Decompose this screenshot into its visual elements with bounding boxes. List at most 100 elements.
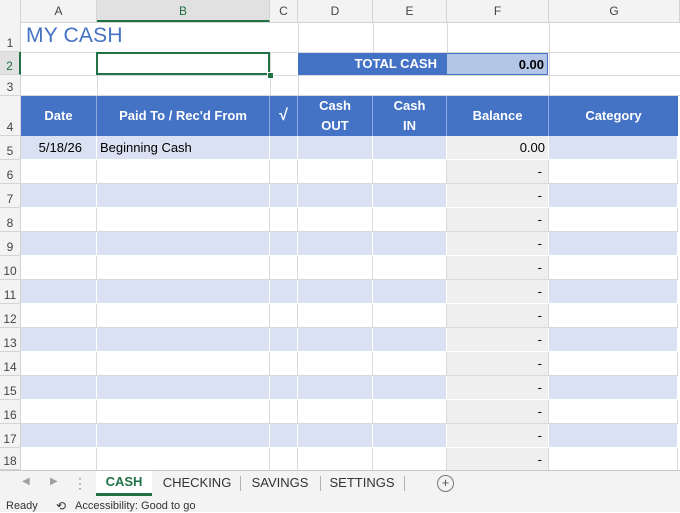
cell-balance[interactable]: - bbox=[447, 304, 549, 328]
tab-settings[interactable]: SETTINGS bbox=[322, 471, 402, 495]
row-header-14[interactable]: 14 bbox=[0, 352, 21, 376]
select-all-corner[interactable] bbox=[0, 0, 21, 22]
column-header-d[interactable]: D bbox=[298, 0, 373, 22]
add-sheet-icon[interactable]: + bbox=[437, 475, 454, 492]
cell-category[interactable] bbox=[549, 136, 678, 160]
cell-date[interactable] bbox=[21, 448, 97, 472]
cell-category[interactable] bbox=[549, 184, 678, 208]
sheet-title[interactable]: MY CASH bbox=[26, 24, 123, 48]
cell-cash_out[interactable] bbox=[298, 400, 373, 424]
header-paid-to[interactable]: Paid To / Rec'd From bbox=[97, 96, 270, 136]
header-category[interactable]: Category bbox=[549, 96, 678, 136]
cell-check[interactable] bbox=[270, 208, 298, 232]
cell-cash_in[interactable] bbox=[373, 376, 447, 400]
cell-cash_out[interactable] bbox=[298, 304, 373, 328]
cell-cash_in[interactable] bbox=[373, 448, 447, 472]
cell-category[interactable] bbox=[549, 376, 678, 400]
cell-date[interactable] bbox=[21, 352, 97, 376]
cell-cash_out[interactable] bbox=[298, 184, 373, 208]
cell-check[interactable] bbox=[270, 448, 298, 472]
cell-balance[interactable]: - bbox=[447, 232, 549, 256]
cell-balance[interactable]: 0.00 bbox=[447, 136, 549, 160]
cell-category[interactable] bbox=[549, 208, 678, 232]
row-header-12[interactable]: 12 bbox=[0, 304, 21, 328]
cell-cash_in[interactable] bbox=[373, 400, 447, 424]
cell-date[interactable] bbox=[21, 304, 97, 328]
row-header-10[interactable]: 10 bbox=[0, 256, 21, 280]
cell-paid_to[interactable] bbox=[97, 232, 270, 256]
cell-paid_to[interactable] bbox=[97, 256, 270, 280]
cell-balance[interactable]: - bbox=[447, 208, 549, 232]
cell-balance[interactable]: - bbox=[447, 184, 549, 208]
column-header-c[interactable]: C bbox=[270, 0, 298, 22]
cell-paid_to[interactable] bbox=[97, 424, 270, 448]
cell-check[interactable] bbox=[270, 136, 298, 160]
cell-cash_out[interactable] bbox=[298, 136, 373, 160]
cell-date[interactable] bbox=[21, 184, 97, 208]
accessibility-icon[interactable]: ⟲ bbox=[56, 499, 66, 513]
row-header-2[interactable]: 2 bbox=[0, 52, 21, 75]
cell-cash_in[interactable] bbox=[373, 256, 447, 280]
cell-balance[interactable]: - bbox=[447, 376, 549, 400]
active-cell-b2[interactable] bbox=[96, 52, 270, 75]
cell-check[interactable] bbox=[270, 352, 298, 376]
cell-balance[interactable]: - bbox=[447, 328, 549, 352]
cell-paid_to[interactable] bbox=[97, 280, 270, 304]
cell-cash_out[interactable] bbox=[298, 256, 373, 280]
header-balance[interactable]: Balance bbox=[447, 96, 549, 136]
column-header-b[interactable]: B bbox=[97, 0, 270, 22]
status-accessibility[interactable]: Accessibility: Good to go bbox=[75, 500, 195, 512]
tab-checking[interactable]: CHECKING bbox=[156, 471, 238, 495]
cell-balance[interactable]: - bbox=[447, 256, 549, 280]
more-sheets-icon[interactable]: ⋮ bbox=[73, 475, 88, 492]
row-header-8[interactable]: 8 bbox=[0, 208, 21, 232]
cell-cash_out[interactable] bbox=[298, 424, 373, 448]
cell-paid_to[interactable] bbox=[97, 208, 270, 232]
cell-cash_out[interactable] bbox=[298, 376, 373, 400]
fill-handle[interactable] bbox=[267, 72, 274, 79]
cell-balance[interactable]: - bbox=[447, 424, 549, 448]
cell-balance[interactable]: - bbox=[447, 352, 549, 376]
cell-paid_to[interactable] bbox=[97, 304, 270, 328]
cell-check[interactable] bbox=[270, 160, 298, 184]
row-header-3[interactable]: 3 bbox=[0, 75, 21, 96]
cell-category[interactable] bbox=[549, 304, 678, 328]
cell-check[interactable] bbox=[270, 400, 298, 424]
cell-check[interactable] bbox=[270, 376, 298, 400]
cell-cash_in[interactable] bbox=[373, 208, 447, 232]
tab-savings[interactable]: SAVINGS bbox=[242, 471, 318, 495]
cell-check[interactable] bbox=[270, 328, 298, 352]
row-header-18[interactable]: 18 bbox=[0, 448, 21, 470]
cell-cash_out[interactable] bbox=[298, 328, 373, 352]
cell-category[interactable] bbox=[549, 280, 678, 304]
cell-check[interactable] bbox=[270, 256, 298, 280]
cell-date[interactable] bbox=[21, 424, 97, 448]
cell-cash_in[interactable] bbox=[373, 328, 447, 352]
cell-cash_in[interactable] bbox=[373, 232, 447, 256]
cell-category[interactable] bbox=[549, 232, 678, 256]
cell-cash_in[interactable] bbox=[373, 160, 447, 184]
cell-paid_to[interactable] bbox=[97, 448, 270, 472]
header-cash-out[interactable]: Cash OUT bbox=[298, 96, 373, 136]
cell-paid_to[interactable]: Beginning Cash bbox=[97, 136, 270, 160]
cell-date[interactable]: 5/18/26 bbox=[21, 136, 97, 160]
row-header-4[interactable]: 4 bbox=[0, 96, 21, 136]
row-header-9[interactable]: 9 bbox=[0, 232, 21, 256]
cell-paid_to[interactable] bbox=[97, 352, 270, 376]
cell-balance[interactable]: - bbox=[447, 448, 549, 472]
total-cash-value[interactable]: 0.00 bbox=[446, 53, 548, 75]
cell-category[interactable] bbox=[549, 328, 678, 352]
cell-paid_to[interactable] bbox=[97, 184, 270, 208]
cell-cash_out[interactable] bbox=[298, 448, 373, 472]
cell-category[interactable] bbox=[549, 352, 678, 376]
cell-cash_in[interactable] bbox=[373, 136, 447, 160]
cell-balance[interactable]: - bbox=[447, 280, 549, 304]
cell-check[interactable] bbox=[270, 184, 298, 208]
cell-date[interactable] bbox=[21, 376, 97, 400]
cell-paid_to[interactable] bbox=[97, 400, 270, 424]
header-date[interactable]: Date bbox=[21, 96, 97, 136]
cell-check[interactable] bbox=[270, 232, 298, 256]
row-header-1[interactable]: 1 bbox=[0, 22, 21, 52]
cell-cash_out[interactable] bbox=[298, 352, 373, 376]
row-header-5[interactable]: 5 bbox=[0, 136, 21, 160]
